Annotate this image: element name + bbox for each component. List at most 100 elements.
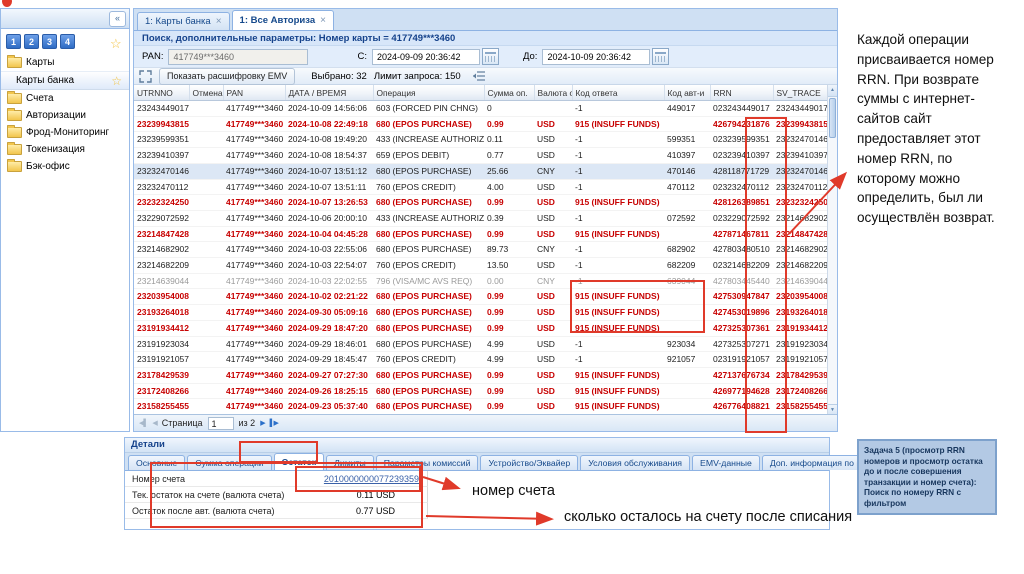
expand-icon[interactable]: [139, 70, 152, 83]
prev-page-icon[interactable]: ◀: [152, 419, 156, 427]
pan-input[interactable]: 417749***3460: [168, 49, 308, 65]
details-tab[interactable]: Сумма операции: [187, 455, 271, 470]
number-badge[interactable]: 1: [6, 34, 21, 49]
cell-rrn: 427803445440: [710, 273, 773, 289]
date-from-input[interactable]: 2024-09-09 20:36:42: [372, 49, 480, 65]
cell-utrnno: 23232470112: [134, 179, 189, 195]
details-tab[interactable]: EMV-данные: [692, 455, 760, 470]
table-row[interactable]: 23214682209 417749***3460 2024-10-03 22:…: [134, 258, 829, 274]
grid-column-header[interactable]: SV_TRACE: [773, 85, 829, 101]
field-value[interactable]: 0.77 USD: [356, 506, 427, 516]
sidebar-item[interactable]: Карты ☆: [1, 54, 129, 71]
details-tab[interactable]: Основные: [128, 455, 185, 470]
details-tab[interactable]: Параметры комиссий: [376, 455, 479, 470]
limit-settings-icon[interactable]: [472, 70, 486, 82]
close-icon[interactable]: ×: [216, 18, 222, 26]
document-tab[interactable]: 1: Все Авториза ×: [232, 10, 334, 30]
cell-datetime: 2024-09-29 18:46:01: [285, 336, 373, 352]
cell-auth-code: [664, 367, 710, 383]
star-icon[interactable]: ☆: [110, 37, 122, 50]
table-row[interactable]: 23214682902 417749***3460 2024-10-03 22:…: [134, 242, 829, 258]
sidebar-item[interactable]: Счета ☆: [1, 90, 129, 107]
grid-column-header[interactable]: UTRNNO: [134, 85, 189, 101]
table-row[interactable]: 23239599351 417749***3460 2024-10-08 19:…: [134, 132, 829, 148]
cell-response-code: -1: [572, 163, 664, 179]
cell-operation: 433 (INCREASE AUTHORIZATION ...: [373, 210, 484, 226]
cell-currency: CNY: [534, 242, 572, 258]
cell-amount: 0.99: [484, 383, 534, 399]
cell-pan: 417749***3460: [223, 320, 285, 336]
table-row[interactable]: 23178429539 417749***3460 2024-09-27 07:…: [134, 367, 829, 383]
show-emv-button[interactable]: Показать расшифровку EMV: [159, 68, 295, 85]
details-tab[interactable]: Остаток: [274, 453, 324, 470]
date-to-input[interactable]: 2024-10-09 20:36:42: [542, 49, 650, 65]
details-tab[interactable]: Устройство/Эквайер: [480, 455, 578, 470]
table-row[interactable]: 23239943815 417749***3460 2024-10-08 22:…: [134, 116, 829, 132]
grid-column-header[interactable]: RRN: [710, 85, 773, 101]
number-badge[interactable]: 4: [60, 34, 75, 49]
document-tab[interactable]: 1: Карты банка ×: [137, 12, 230, 30]
selected-count: Выбрано: 32: [311, 71, 367, 82]
grid-scrollbar[interactable]: ▲ ▼: [827, 85, 837, 416]
table-row[interactable]: 23191934412 417749***3460 2024-09-29 18:…: [134, 320, 829, 336]
calendar-icon[interactable]: [652, 48, 669, 65]
grid-column-header[interactable]: Код авт-и: [664, 85, 710, 101]
grid-column-header[interactable]: Операция: [373, 85, 484, 101]
field-value[interactable]: 2010000000077239359: [324, 474, 427, 484]
cell-sv-trace: 23214682902: [773, 242, 829, 258]
calendar-icon[interactable]: [482, 48, 499, 65]
number-badge[interactable]: 3: [42, 34, 57, 49]
sidebar-item[interactable]: Бэк-офис ☆: [1, 158, 129, 175]
cell-currency: USD: [534, 336, 572, 352]
table-row[interactable]: 23232470112 417749***3460 2024-10-07 13:…: [134, 179, 829, 195]
table-row[interactable]: 23229072592 417749***3460 2024-10-06 20:…: [134, 210, 829, 226]
sidebar-item[interactable]: Авторизации ☆: [1, 107, 129, 124]
sidebar-item[interactable]: Токенизация ☆: [1, 141, 129, 158]
details-tab-label: Остаток: [282, 457, 316, 467]
table-row[interactable]: 23239410397 417749***3460 2024-10-08 18:…: [134, 148, 829, 164]
field-value[interactable]: 0.11 USD: [357, 490, 427, 500]
number-badge[interactable]: 2: [24, 34, 39, 49]
grid-column-header[interactable]: Валюта оп.: [534, 85, 572, 101]
folder-icon: [7, 127, 22, 138]
grid-column-header[interactable]: Код ответа: [572, 85, 664, 101]
close-icon[interactable]: ×: [320, 17, 326, 25]
favorite-star-icon[interactable]: ☆: [111, 74, 122, 88]
sidebar-item[interactable]: Карты банка ☆: [1, 71, 129, 90]
cell-sv-trace: 23214682209: [773, 258, 829, 274]
cell-datetime: 2024-10-02 02:21:22: [285, 289, 373, 305]
table-row[interactable]: 23214847428 417749***3460 2024-10-04 04:…: [134, 226, 829, 242]
cell-utrnno: 23203954008: [134, 289, 189, 305]
cell-amount: 0.99: [484, 367, 534, 383]
table-row[interactable]: 23193264018 417749***3460 2024-09-30 05:…: [134, 305, 829, 321]
cell-sv-trace: 23243449017: [773, 101, 829, 117]
scroll-up-icon[interactable]: ▲: [828, 85, 837, 97]
table-row[interactable]: 23158255455 417749***3460 2024-09-23 05:…: [134, 399, 829, 415]
first-page-icon[interactable]: ◀▌: [139, 419, 147, 427]
table-row[interactable]: 23232470146 417749***3460 2024-10-07 13:…: [134, 163, 829, 179]
next-page-icon[interactable]: ▶: [260, 419, 264, 427]
grid-column-header[interactable]: PAN: [223, 85, 285, 101]
scrollbar-thumb[interactable]: [829, 98, 836, 138]
table-row[interactable]: 23243449017 417749***3460 2024-10-09 14:…: [134, 101, 829, 117]
table-row[interactable]: 23214639044 417749***3460 2024-10-03 22:…: [134, 273, 829, 289]
table-row[interactable]: 23232324250 417749***3460 2024-10-07 13:…: [134, 195, 829, 211]
last-page-icon[interactable]: ▌▶: [270, 419, 278, 427]
grid-column-header[interactable]: Сумма оп.: [484, 85, 534, 101]
grid-column-header[interactable]: ДАТА / ВРЕМЯ: [285, 85, 373, 101]
table-row[interactable]: 23203954008 417749***3460 2024-10-02 02:…: [134, 289, 829, 305]
table-row[interactable]: 23172408266 417749***3460 2024-09-26 18:…: [134, 383, 829, 399]
cell-currency: USD: [534, 352, 572, 368]
table-row[interactable]: 23191923034 417749***3460 2024-09-29 18:…: [134, 336, 829, 352]
cell-auth-code: 921057: [664, 352, 710, 368]
cell-amount: 13.50: [484, 258, 534, 274]
sidebar-item[interactable]: Фрод-Мониторинг ☆: [1, 124, 129, 141]
table-row[interactable]: 23191921057 417749***3460 2024-09-29 18:…: [134, 352, 829, 368]
page-input[interactable]: 1: [208, 417, 234, 430]
cell-rrn: 428126389851: [710, 195, 773, 211]
details-tab[interactable]: Лимиты: [326, 455, 374, 470]
details-tab[interactable]: Условия обслуживания: [580, 455, 690, 470]
grid-column-header[interactable]: Отмена: [189, 85, 223, 101]
cell-auth-code: 410397: [664, 148, 710, 164]
collapse-left-icon[interactable]: «: [109, 11, 126, 27]
